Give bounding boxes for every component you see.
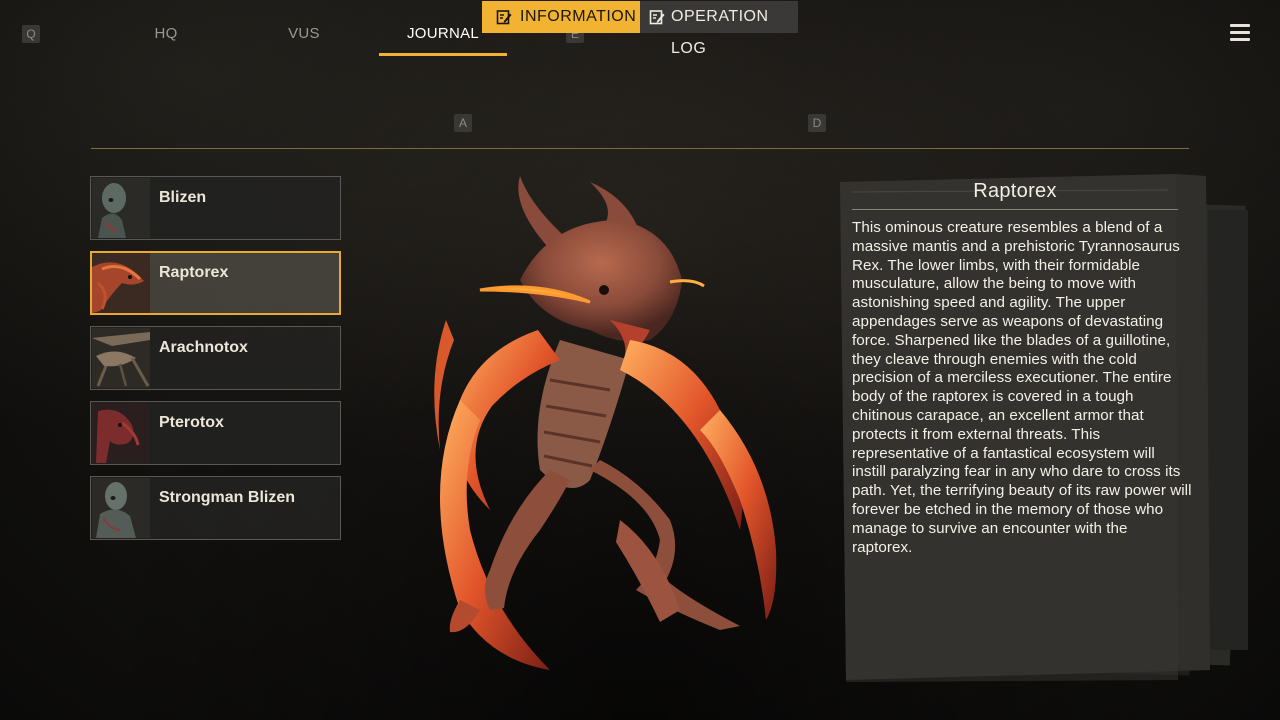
creature-name: Pterotox (159, 414, 224, 431)
creature-thumbnail (92, 478, 150, 538)
creature-name: Arachnotox (159, 339, 248, 356)
creature-thumbnail (92, 403, 150, 463)
creature-item-raptorex[interactable]: Raptorex (90, 251, 341, 315)
creature-item-blizen[interactable]: Blizen (90, 176, 341, 240)
creature-name: Strongman Blizen (159, 489, 296, 506)
tab-information-label: INFORMATION (520, 8, 637, 25)
section-divider (91, 148, 1189, 149)
key-hint-q[interactable]: Q (22, 25, 40, 43)
tab-vus[interactable]: VUS (264, 16, 344, 56)
tab-hq[interactable]: HQ (126, 16, 206, 56)
title-divider (852, 209, 1178, 210)
tab-operation-log[interactable]: OPERATION LOG (640, 1, 798, 57)
creature-item-arachnotox[interactable]: Arachnotox (90, 326, 341, 390)
creature-thumbnail (92, 328, 150, 388)
tab-information[interactable]: INFORMATION (482, 1, 640, 33)
creature-item-strongman-blizen[interactable]: Strongman Blizen (90, 476, 341, 540)
creature-thumbnail (92, 178, 150, 238)
creature-item-pterotox[interactable]: Pterotox (90, 401, 341, 465)
edit-note-icon (649, 10, 665, 25)
creature-description: This ominous creature resembles a blend … (852, 219, 1192, 556)
creature-model-raptorex (434, 176, 777, 670)
hamburger-menu-icon[interactable] (1230, 24, 1250, 41)
creature-list: Blizen Raptorex Arachnotox Pterotox Stro… (90, 176, 341, 551)
creature-thumbnail (92, 253, 150, 313)
creature-info-title: Raptorex (973, 180, 1057, 202)
edit-note-icon (496, 10, 512, 25)
creature-name: Raptorex (159, 264, 229, 281)
creature-name: Blizen (159, 189, 207, 206)
key-hint-a[interactable]: A (454, 114, 472, 132)
key-hint-d[interactable]: D (808, 114, 826, 132)
